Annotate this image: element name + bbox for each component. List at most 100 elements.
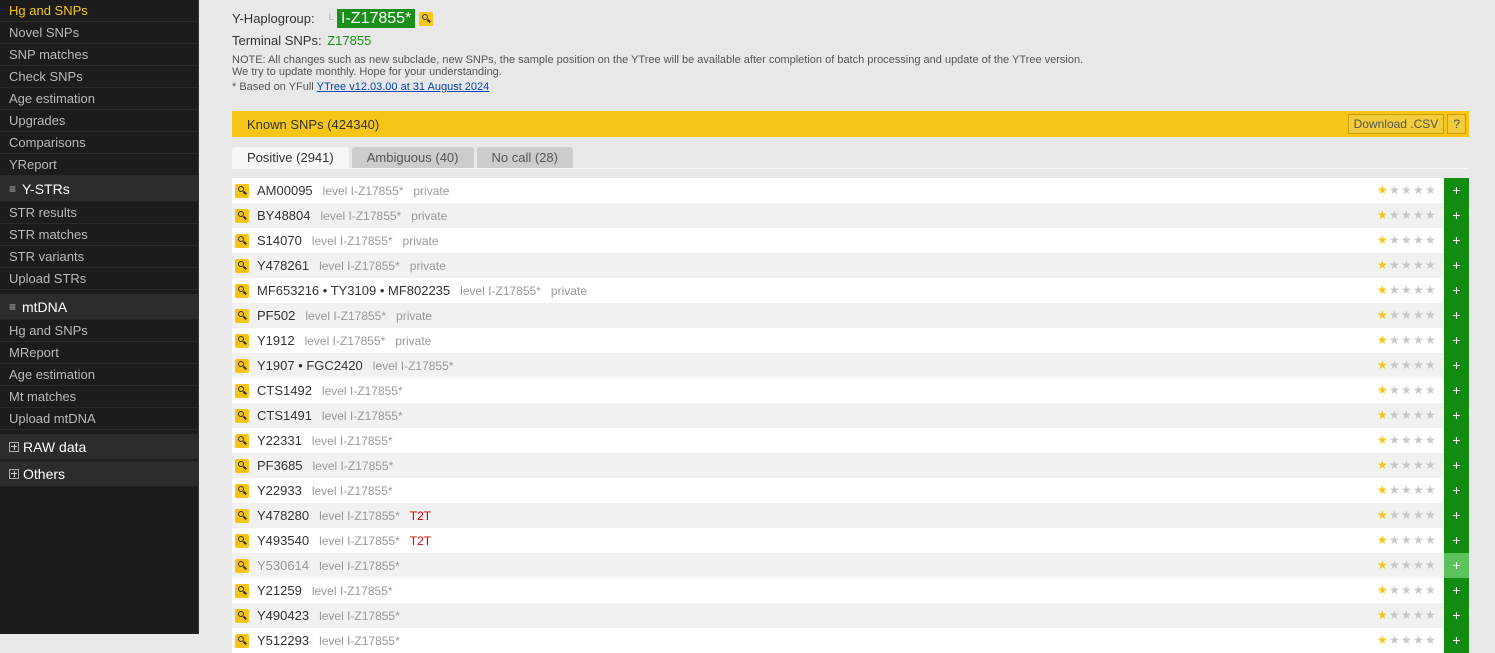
download-csv-button[interactable]: Download .CSV xyxy=(1347,114,1445,134)
star-icon[interactable]: ★ xyxy=(1413,284,1425,296)
star-icon[interactable]: ★ xyxy=(1401,409,1413,421)
sidebar-item-ystr-str-results[interactable]: STR results xyxy=(0,202,198,224)
star-icon[interactable]: ★ xyxy=(1425,309,1437,321)
star-rating[interactable]: ★ ★ ★ ★ ★ xyxy=(1377,384,1437,396)
tab-positive[interactable]: Positive (2941) xyxy=(232,147,349,168)
magnifier-icon[interactable] xyxy=(235,183,249,198)
add-button[interactable]: + xyxy=(1444,528,1469,553)
star-icon[interactable]: ★ xyxy=(1413,184,1425,196)
sidebar-item-ydna-comparisons[interactable]: Comparisons xyxy=(0,132,198,154)
star-icon[interactable]: ★ xyxy=(1425,634,1437,646)
magnifier-icon[interactable] xyxy=(235,308,249,323)
star-icon[interactable]: ★ xyxy=(1389,634,1401,646)
star-rating[interactable]: ★ ★ ★ ★ ★ xyxy=(1377,359,1437,371)
add-button[interactable]: + xyxy=(1444,453,1469,478)
star-icon[interactable]: ★ xyxy=(1413,359,1425,371)
star-icon[interactable]: ★ xyxy=(1389,359,1401,371)
star-icon[interactable]: ★ xyxy=(1377,309,1389,321)
star-icon[interactable]: ★ xyxy=(1389,609,1401,621)
star-icon[interactable]: ★ xyxy=(1377,234,1389,246)
star-rating[interactable]: ★ ★ ★ ★ ★ xyxy=(1377,409,1437,421)
star-icon[interactable]: ★ xyxy=(1425,259,1437,271)
star-icon[interactable]: ★ xyxy=(1377,434,1389,446)
star-rating[interactable]: ★ ★ ★ ★ ★ xyxy=(1377,234,1437,246)
star-icon[interactable]: ★ xyxy=(1401,634,1413,646)
star-icon[interactable]: ★ xyxy=(1377,184,1389,196)
star-icon[interactable]: ★ xyxy=(1413,609,1425,621)
star-rating[interactable]: ★ ★ ★ ★ ★ xyxy=(1377,334,1437,346)
star-icon[interactable]: ★ xyxy=(1413,209,1425,221)
add-button[interactable]: + xyxy=(1444,178,1469,203)
star-icon[interactable]: ★ xyxy=(1401,434,1413,446)
star-icon[interactable]: ★ xyxy=(1425,184,1437,196)
tab-no-call[interactable]: No call (28) xyxy=(476,147,573,168)
add-button[interactable]: + xyxy=(1444,553,1469,578)
magnifier-icon[interactable] xyxy=(235,583,249,598)
star-icon[interactable]: ★ xyxy=(1425,509,1437,521)
sidebar-item-ydna-age-estimation[interactable]: Age estimation xyxy=(0,88,198,110)
magnifier-icon[interactable] xyxy=(235,608,249,623)
star-rating[interactable]: ★ ★ ★ ★ ★ xyxy=(1377,184,1437,196)
add-button[interactable]: + xyxy=(1444,278,1469,303)
add-button[interactable]: + xyxy=(1444,328,1469,353)
star-icon[interactable]: ★ xyxy=(1377,609,1389,621)
star-icon[interactable]: ★ xyxy=(1413,259,1425,271)
star-icon[interactable]: ★ xyxy=(1377,209,1389,221)
star-icon[interactable]: ★ xyxy=(1377,459,1389,471)
star-icon[interactable]: ★ xyxy=(1377,409,1389,421)
star-icon[interactable]: ★ xyxy=(1377,359,1389,371)
star-icon[interactable]: ★ xyxy=(1377,284,1389,296)
star-icon[interactable]: ★ xyxy=(1413,534,1425,546)
star-icon[interactable]: ★ xyxy=(1413,309,1425,321)
sidebar-header-others[interactable]: Others xyxy=(0,461,198,487)
sidebar-item-ydna-yreport[interactable]: YReport xyxy=(0,154,198,176)
star-rating[interactable]: ★ ★ ★ ★ ★ xyxy=(1377,209,1437,221)
star-icon[interactable]: ★ xyxy=(1377,634,1389,646)
add-button[interactable]: + xyxy=(1444,428,1469,453)
add-button[interactable]: + xyxy=(1444,203,1469,228)
sidebar-item-ystr-str-matches[interactable]: STR matches xyxy=(0,224,198,246)
add-button[interactable]: + xyxy=(1444,478,1469,503)
star-icon[interactable]: ★ xyxy=(1425,284,1437,296)
star-rating[interactable]: ★ ★ ★ ★ ★ xyxy=(1377,309,1437,321)
star-icon[interactable]: ★ xyxy=(1389,559,1401,571)
star-icon[interactable]: ★ xyxy=(1389,509,1401,521)
star-icon[interactable]: ★ xyxy=(1377,384,1389,396)
star-icon[interactable]: ★ xyxy=(1425,484,1437,496)
star-icon[interactable]: ★ xyxy=(1425,334,1437,346)
sidebar-item-ydna-snp-matches[interactable]: SNP matches xyxy=(0,44,198,66)
sidebar-item-mtdna-age-estimation[interactable]: Age estimation xyxy=(0,364,198,386)
ytree-version-link[interactable]: YTree v12.03.00 at 31 August 2024 xyxy=(317,81,490,93)
star-icon[interactable]: ★ xyxy=(1425,609,1437,621)
add-button[interactable]: + xyxy=(1444,378,1469,403)
sidebar-header-mtdna[interactable]: ≡ mtDNA xyxy=(0,294,198,320)
add-button[interactable]: + xyxy=(1444,228,1469,253)
tab-ambiguous[interactable]: Ambiguous (40) xyxy=(351,147,474,168)
star-icon[interactable]: ★ xyxy=(1413,234,1425,246)
magnifier-icon[interactable] xyxy=(235,408,249,423)
star-icon[interactable]: ★ xyxy=(1413,559,1425,571)
star-icon[interactable]: ★ xyxy=(1425,359,1437,371)
sidebar-item-ydna-upgrades[interactable]: Upgrades xyxy=(0,110,198,132)
magnifier-icon[interactable] xyxy=(235,333,249,348)
star-icon[interactable]: ★ xyxy=(1389,434,1401,446)
star-icon[interactable]: ★ xyxy=(1401,284,1413,296)
star-icon[interactable]: ★ xyxy=(1413,459,1425,471)
star-icon[interactable]: ★ xyxy=(1389,234,1401,246)
help-button[interactable]: ? xyxy=(1447,114,1466,134)
star-icon[interactable]: ★ xyxy=(1377,534,1389,546)
star-icon[interactable]: ★ xyxy=(1401,484,1413,496)
star-rating[interactable]: ★ ★ ★ ★ ★ xyxy=(1377,534,1437,546)
star-icon[interactable]: ★ xyxy=(1401,559,1413,571)
magnifier-icon[interactable] xyxy=(235,533,249,548)
star-rating[interactable]: ★ ★ ★ ★ ★ xyxy=(1377,559,1437,571)
star-rating[interactable]: ★ ★ ★ ★ ★ xyxy=(1377,459,1437,471)
sidebar-item-ydna-novel-snps[interactable]: Novel SNPs xyxy=(0,22,198,44)
sidebar-item-mtdna-hg-and-snps[interactable]: Hg and SNPs xyxy=(0,320,198,342)
star-rating[interactable]: ★ ★ ★ ★ ★ xyxy=(1377,609,1437,621)
star-icon[interactable]: ★ xyxy=(1389,259,1401,271)
star-icon[interactable]: ★ xyxy=(1413,409,1425,421)
sidebar-item-ydna-check-snps[interactable]: Check SNPs xyxy=(0,66,198,88)
star-icon[interactable]: ★ xyxy=(1413,434,1425,446)
star-icon[interactable]: ★ xyxy=(1413,634,1425,646)
